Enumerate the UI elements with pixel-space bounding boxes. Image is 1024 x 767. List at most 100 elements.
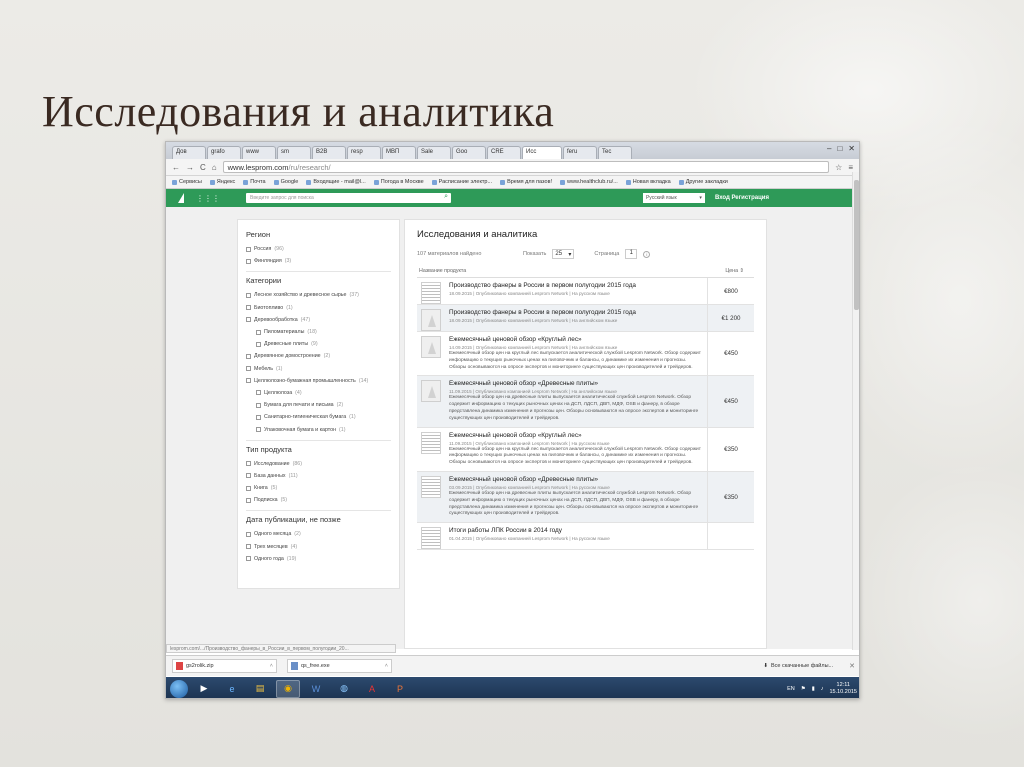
filter-option[interactable]: Лесное хозяйство и древесное сырье (37) [246, 289, 391, 301]
word-icon[interactable]: W [304, 680, 328, 698]
minimize-icon[interactable]: – [827, 144, 831, 153]
filter-option[interactable]: Исследование (86) [246, 458, 391, 470]
filter-option[interactable]: Деревообработка (47) [246, 314, 391, 326]
ie-icon[interactable]: e [220, 680, 244, 698]
forward-icon[interactable]: → [186, 163, 194, 172]
bookmark-item[interactable]: Время для пазов! [500, 179, 552, 185]
browser-tab[interactable]: МВП [382, 146, 416, 159]
browser-tab[interactable]: Goo [452, 146, 486, 159]
reload-icon[interactable]: C [200, 163, 206, 172]
filter-option[interactable]: Одного года (19) [246, 553, 391, 565]
result-thumbnail[interactable] [421, 336, 441, 358]
checkbox[interactable] [246, 497, 251, 503]
home-icon[interactable]: ⌂ [212, 163, 217, 172]
checkbox[interactable] [246, 531, 251, 537]
result-thumbnail[interactable] [421, 475, 441, 498]
filter-option[interactable]: Биотопливо (1) [246, 302, 391, 314]
bookmark-item[interactable]: Google [273, 179, 298, 185]
page-input[interactable]: 1 [625, 249, 638, 259]
result-thumbnail[interactable] [421, 282, 441, 304]
checkbox[interactable] [246, 378, 251, 384]
search-icon[interactable]: ⌕ [444, 193, 448, 201]
chrome-icon[interactable]: ◉ [276, 679, 300, 698]
filter-option[interactable]: Россия (96) [246, 243, 391, 255]
checkbox[interactable] [246, 473, 251, 479]
login-link[interactable]: Вход [715, 195, 730, 201]
pdf-icon[interactable]: A [360, 680, 384, 698]
network-icon[interactable]: ◍ [332, 680, 356, 698]
volume-icon[interactable]: ♪ [821, 686, 824, 692]
result-thumbnail[interactable] [421, 380, 441, 403]
chevron-up-icon[interactable]: ˄ [270, 663, 273, 669]
checkbox[interactable] [246, 485, 251, 491]
language-select[interactable]: Русский язык ▾ [642, 193, 705, 203]
close-icon[interactable]: ✕ [849, 662, 855, 670]
flag-icon[interactable]: ⚑ [801, 686, 806, 692]
browser-tab[interactable]: Исс [522, 146, 562, 159]
checkbox[interactable] [246, 292, 251, 298]
bookmark-item[interactable]: Входящие - mail@l... [306, 179, 366, 185]
filter-option[interactable]: Санитарно-гигиеническая бумага (1) [246, 411, 391, 423]
download-item[interactable]: qs_free.exe ˄ [287, 659, 392, 673]
register-link[interactable]: Регистрация [731, 195, 769, 201]
result-title-link[interactable]: Итоги работы ЛПК России в 2014 году [449, 527, 703, 535]
site-search-input[interactable]: Введите запрос для поиска ⌕ [246, 193, 451, 203]
start-button[interactable] [170, 679, 188, 698]
filter-option[interactable]: Целлюлозно-бумажная промышленность (14) [246, 375, 391, 387]
checkbox[interactable] [246, 544, 251, 550]
apps-grid-icon[interactable]: ⋮⋮⋮ [196, 194, 220, 203]
filter-option[interactable]: Одного месяца (2) [246, 528, 391, 540]
bookmark-item[interactable]: Яндекс [209, 179, 235, 185]
checkbox[interactable] [246, 317, 251, 323]
filter-option[interactable]: Подписка (5) [246, 494, 391, 506]
filter-option[interactable]: Упаковочная бумага и картон (1) [246, 423, 391, 435]
result-row[interactable]: Производство фанеры в России в первом по… [417, 278, 754, 305]
browser-tab[interactable]: grafo [207, 146, 241, 159]
checkbox[interactable] [256, 329, 261, 335]
browser-tab[interactable]: Tec [598, 146, 632, 159]
bookmark-item[interactable]: Расписание электр... [431, 179, 492, 185]
info-icon[interactable]: i [643, 250, 651, 258]
result-thumbnail[interactable] [421, 309, 441, 331]
lesprom-logo-icon[interactable] [176, 193, 186, 203]
checkbox[interactable] [256, 341, 261, 347]
explorer-icon[interactable]: ▤ [248, 680, 272, 698]
result-row[interactable]: Ежемесячный ценовой обзор «Круглый лес» 1… [417, 427, 754, 472]
filter-option[interactable]: Пиломатериалы (18) [246, 326, 391, 338]
filter-option[interactable]: Мебель (1) [246, 363, 391, 375]
download-item[interactable]: gs2rolik.zip ˄ [172, 659, 277, 673]
scrollbar-thumb[interactable] [854, 180, 859, 310]
browser-tab[interactable]: resp [347, 146, 381, 159]
back-icon[interactable]: ← [172, 163, 180, 172]
clock[interactable]: 12:11 15.10.2015 [829, 682, 857, 695]
filter-option[interactable]: Книга (5) [246, 482, 391, 494]
checkbox[interactable] [256, 414, 261, 420]
media-player-icon[interactable]: ▶ [192, 680, 216, 698]
result-row[interactable]: Ежемесячный ценовой обзор «Древесные пли… [417, 471, 754, 524]
browser-tab[interactable]: B2B [312, 146, 346, 159]
result-thumbnail[interactable] [421, 527, 441, 550]
result-row[interactable]: Производство фанеры в России в первом по… [417, 305, 754, 332]
result-title-link[interactable]: Ежемесячный ценовой обзор «Древесные пли… [449, 476, 703, 484]
result-row[interactable]: Ежемесячный ценовой обзор «Древесные пли… [417, 376, 754, 428]
language-indicator[interactable]: EN [787, 686, 795, 692]
checkbox[interactable] [246, 305, 251, 311]
browser-tab[interactable]: feru [563, 146, 597, 159]
checkbox[interactable] [256, 427, 261, 433]
checkbox[interactable] [246, 556, 251, 562]
filter-option[interactable]: Трех месяцев (4) [246, 541, 391, 553]
show-all-downloads-link[interactable]: ⬇ Все скачанные файлы... [763, 663, 833, 669]
result-row[interactable]: Ежемесячный ценовой обзор «Круглый лес» 1… [417, 332, 754, 377]
close-icon[interactable]: ✕ [848, 144, 855, 153]
menu-icon[interactable]: ≡ [848, 163, 853, 172]
star-icon[interactable]: ☆ [835, 163, 842, 172]
result-title-link[interactable]: Ежемесячный ценовой обзор «Круглый лес» [449, 432, 703, 440]
per-page-select[interactable]: 25 ▾ [552, 249, 575, 259]
bookmark-item[interactable]: Погода в Москве [373, 179, 424, 185]
checkbox[interactable] [256, 390, 261, 396]
checkbox[interactable] [246, 258, 251, 264]
bookmark-item[interactable]: Новая вкладка [625, 179, 671, 185]
browser-tab[interactable]: Дов [172, 146, 206, 159]
col-price-header[interactable]: Цена ⇕ [725, 268, 744, 274]
filter-option[interactable]: Финляндия (3) [246, 255, 391, 267]
